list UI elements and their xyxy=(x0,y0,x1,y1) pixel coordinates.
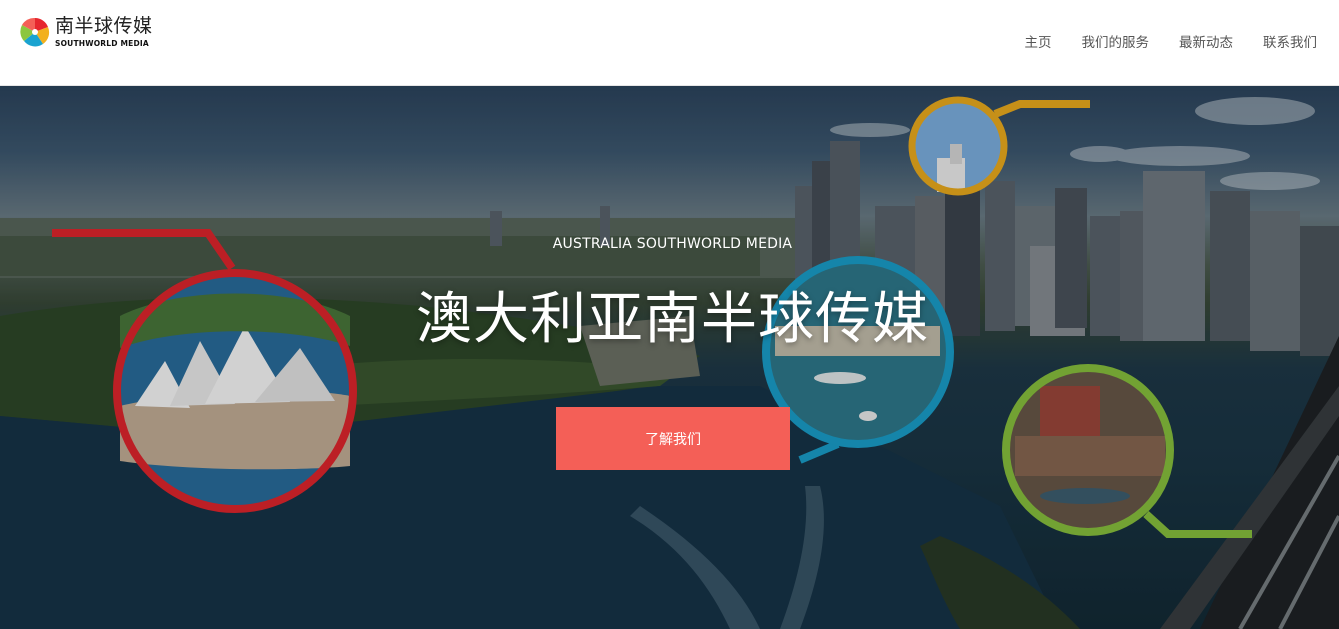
hero-subtitle: AUSTRALIA SOUTHWORLD MEDIA xyxy=(552,236,793,252)
brand-name-en: SOUTHWORLD MEDIA xyxy=(55,38,149,48)
site-header: 南半球传媒 SOUTHWORLD MEDIA 主页 我们的服务 最新动态 联系我… xyxy=(0,0,1339,86)
nav-home[interactable]: 主页 xyxy=(1025,31,1052,51)
brand-name-cn: 南半球传媒 xyxy=(55,14,153,37)
hero-overlay xyxy=(0,86,1339,629)
brand-logo[interactable]: 南半球传媒 SOUTHWORLD MEDIA xyxy=(19,16,153,48)
nav-contact[interactable]: 联系我们 xyxy=(1263,31,1317,51)
pinwheel-logo-icon xyxy=(20,17,50,47)
hero-title: 澳大利亚南半球传媒 xyxy=(416,287,929,352)
main-nav: 主页 我们的服务 最新动态 联系我们 xyxy=(995,31,1318,51)
learn-more-button[interactable]: 了解我们 xyxy=(556,407,790,470)
nav-news[interactable]: 最新动态 xyxy=(1179,31,1233,51)
nav-services[interactable]: 我们的服务 xyxy=(1082,31,1150,51)
hero-banner: AUSTRALIA SOUTHWORLD MEDIA 澳大利亚南半球传媒 了解我… xyxy=(0,86,1339,629)
